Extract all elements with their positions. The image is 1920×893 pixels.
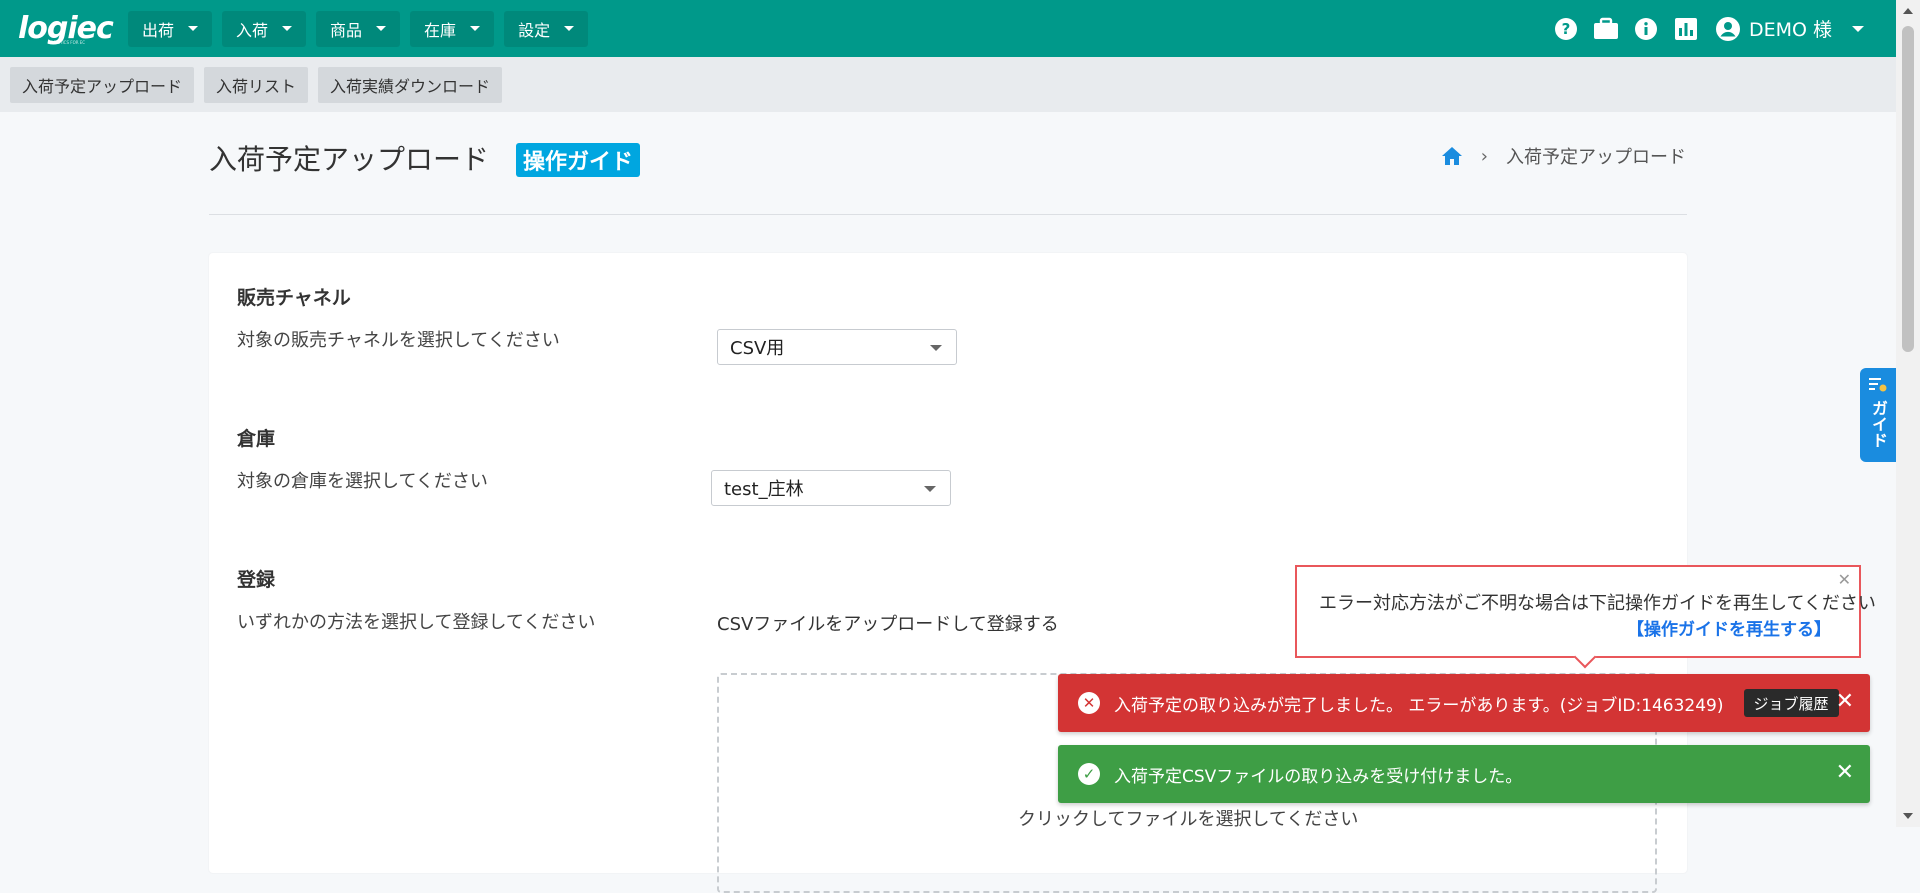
error-toast: ✕ 入荷予定の取り込みが完了しました。 エラーがあります。(ジョブID:1463… bbox=[1058, 674, 1870, 732]
warehouse-section-desc: 対象の倉庫を選択してください bbox=[237, 471, 488, 492]
caret-down-icon bbox=[924, 486, 936, 492]
info-icon[interactable] bbox=[1633, 16, 1659, 42]
menu-item-label: 入荷 bbox=[236, 20, 269, 40]
user-menu[interactable]: DEMO 様 bbox=[1715, 15, 1864, 42]
close-icon[interactable]: ✕ bbox=[1836, 762, 1854, 784]
account-circle-icon bbox=[1715, 16, 1740, 41]
register-section-title: 登録 bbox=[237, 569, 276, 591]
warehouse-select[interactable]: test_庄林 bbox=[711, 470, 951, 506]
caret-down-icon bbox=[282, 26, 293, 31]
success-toast-message: 入荷予定CSVファイルの取り込みを受け付けました。 bbox=[1114, 766, 1523, 787]
page-title: 入荷予定アップロード bbox=[209, 143, 490, 176]
menu-item-label: 設定 bbox=[518, 20, 551, 40]
breadcrumb: › 入荷予定アップロード bbox=[1441, 143, 1686, 169]
help-icon[interactable]: ? bbox=[1553, 16, 1579, 42]
close-icon[interactable]: ✕ bbox=[1836, 691, 1854, 713]
menu-item-shipping[interactable]: 出荷 bbox=[128, 10, 213, 47]
job-history-button[interactable]: ジョブ履歴 bbox=[1743, 689, 1839, 717]
operation-guide-button[interactable]: 操作ガイド bbox=[516, 143, 641, 177]
menu-item-inventory[interactable]: 在庫 bbox=[410, 10, 495, 47]
guide-callout: ✕ エラー対応方法がご不明な場合は下記操作ガイドを再生してください 【操作ガイド… bbox=[1295, 565, 1876, 669]
menu-item-settings[interactable]: 設定 bbox=[504, 10, 589, 47]
briefcase-icon[interactable] bbox=[1593, 16, 1619, 42]
warehouse-value: test_庄林 bbox=[724, 479, 804, 500]
dropzone-text: クリックしてファイルを選択してください bbox=[1018, 809, 1359, 830]
close-icon[interactable]: ✕ bbox=[1838, 570, 1851, 589]
callout-message: エラー対応方法がご不明な場合は下記操作ガイドを再生してください bbox=[1319, 593, 1876, 614]
csv-upload-method-label: CSVファイルをアップロードして登録する bbox=[717, 614, 1059, 635]
error-circle-icon: ✕ bbox=[1078, 692, 1100, 714]
scrollbar-thumb[interactable] bbox=[1902, 26, 1914, 352]
error-toast-message: 入荷予定の取り込みが完了しました。 エラーがあります。(ジョブID:146324… bbox=[1114, 695, 1724, 716]
menu-item-label: 在庫 bbox=[424, 20, 457, 40]
page-scrollbar[interactable] bbox=[1896, 0, 1920, 827]
caret-down-icon bbox=[930, 345, 942, 351]
chevron-right-icon: › bbox=[1480, 145, 1488, 167]
breadcrumb-current: 入荷予定アップロード bbox=[1506, 147, 1686, 168]
chart-icon[interactable] bbox=[1673, 16, 1699, 42]
success-toast: ✓ 入荷予定CSVファイルの取り込みを受け付けました。 ✕ bbox=[1058, 745, 1870, 803]
subnav-item-receiving-download[interactable]: 入荷実績ダウンロード bbox=[318, 66, 503, 103]
caret-down-icon bbox=[188, 26, 199, 31]
channel-section-desc: 対象の販売チャネルを選択してください bbox=[237, 330, 560, 351]
svg-text:?: ? bbox=[1562, 20, 1571, 38]
home-icon[interactable] bbox=[1441, 146, 1463, 166]
scroll-up-arrow-icon[interactable] bbox=[1903, 8, 1913, 14]
guide-list-icon bbox=[1869, 378, 1887, 392]
play-guide-link[interactable]: 【操作ガイドを再生する】 bbox=[1627, 615, 1831, 640]
subnav-item-receiving-upload[interactable]: 入荷予定アップロード bbox=[10, 66, 195, 103]
caret-down-icon bbox=[564, 26, 575, 31]
menu-item-label: 商品 bbox=[330, 20, 363, 40]
logo-subtext: LOGISTICS FOR EC bbox=[48, 39, 86, 45]
caret-down-icon bbox=[470, 26, 481, 31]
sales-channel-value: CSV用 bbox=[730, 338, 785, 359]
nav-right-tools: ? DEMO 様 bbox=[1553, 0, 1864, 57]
guide-side-tab[interactable]: ガイド bbox=[1860, 368, 1896, 462]
register-section-desc: いずれかの方法を選択して登録してください bbox=[237, 612, 596, 633]
user-name: DEMO 様 bbox=[1748, 19, 1832, 41]
divider bbox=[209, 214, 1687, 215]
channel-section-title: 販売チャネル bbox=[237, 287, 351, 309]
menu-item-label: 出荷 bbox=[142, 20, 175, 40]
top-navigation-bar: logiec LOGISTICS FOR EC 出荷 入荷 商品 在庫 設定 ?… bbox=[0, 0, 1896, 57]
sales-channel-select[interactable]: CSV用 bbox=[717, 329, 957, 365]
check-circle-icon: ✓ bbox=[1078, 763, 1100, 785]
guide-tab-label: ガイド bbox=[1869, 400, 1888, 448]
scroll-down-arrow-icon[interactable] bbox=[1903, 813, 1913, 819]
menu-item-products[interactable]: 商品 bbox=[316, 10, 401, 47]
menu-item-receiving[interactable]: 入荷 bbox=[222, 10, 307, 47]
caret-down-icon bbox=[376, 26, 387, 31]
main-menu: 出荷 入荷 商品 在庫 設定 bbox=[128, 10, 589, 47]
caret-down-icon bbox=[1852, 25, 1864, 32]
subnav-item-receiving-list[interactable]: 入荷リスト bbox=[204, 66, 309, 103]
warehouse-section-title: 倉庫 bbox=[237, 428, 276, 450]
logo[interactable]: logiec LOGISTICS FOR EC bbox=[18, 9, 114, 49]
sub-navigation-bar: 入荷予定アップロード 入荷リスト 入荷実績ダウンロード bbox=[0, 57, 1896, 112]
